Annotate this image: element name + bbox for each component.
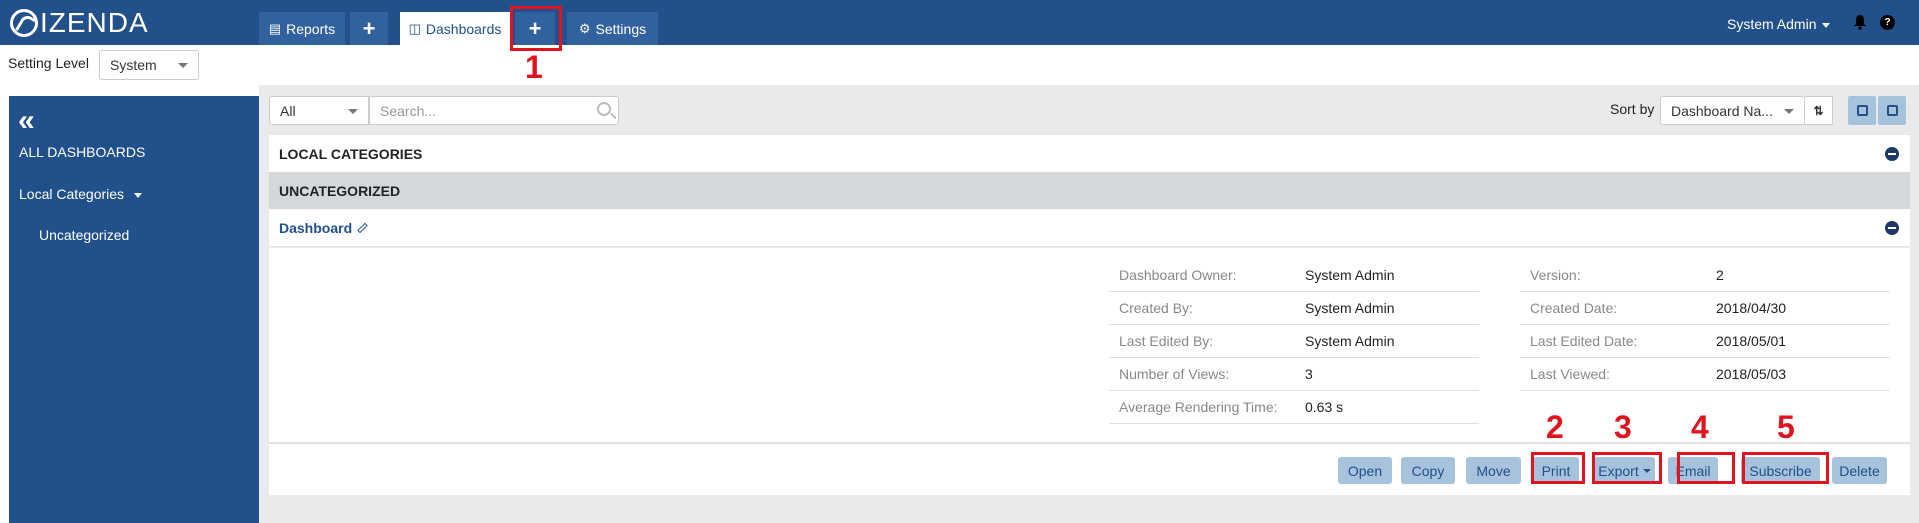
detail-row: Last Viewed: 2018/05/03 [1520, 358, 1890, 391]
collapse-all-icon [1886, 105, 1898, 116]
uncategorized-row[interactable]: UNCATEGORIZED [269, 172, 1910, 209]
detail-value: System Admin [1305, 267, 1395, 283]
user-name: System Admin [1727, 16, 1817, 32]
detail-row: Created Date: 2018/04/30 [1520, 292, 1890, 325]
user-menu[interactable]: System Admin [1727, 16, 1831, 32]
top-navigation-bar: IZENDA ▤ Reports + ◫ Dashboards + ⚙ Sett… [0, 0, 1919, 45]
highlight-box-1 [510, 6, 562, 51]
annotation-label-5: 5 [1777, 409, 1795, 445]
detail-key: Average Rendering Time: [1119, 399, 1278, 415]
category-filter-value: All [280, 102, 296, 119]
search-icon [597, 102, 611, 116]
delete-button[interactable]: Delete [1832, 457, 1887, 484]
gear-icon: ⚙ [578, 20, 591, 36]
sidebar-item-all-dashboards[interactable]: ALL DASHBOARDS [19, 144, 145, 160]
collapse-minus-icon[interactable] [1885, 220, 1899, 235]
local-categories-row[interactable]: LOCAL CATEGORIES [269, 135, 1910, 172]
izenda-logo: IZENDA [10, 7, 149, 38]
setting-level-select[interactable]: System [99, 50, 199, 80]
highlight-box-2 [1531, 452, 1585, 484]
sidebar: « ALL DASHBOARDS Local Categories Uncate… [9, 96, 259, 523]
dashboards-icon: ◫ [408, 20, 421, 36]
tab-settings[interactable]: ⚙ Settings [567, 12, 658, 45]
dashboard-actions-bar: Open Copy Move Print Export Email Subscr… [269, 443, 1910, 495]
detail-key: Created Date: [1530, 300, 1618, 316]
detail-value: 3 [1305, 366, 1313, 382]
detail-value: 2018/05/03 [1716, 366, 1787, 382]
detail-key: Last Viewed: [1530, 366, 1610, 382]
detail-key: Created By: [1119, 300, 1193, 316]
chevron-down-icon [348, 108, 358, 114]
new-report-button[interactable]: + [350, 12, 388, 45]
plus-icon: + [362, 15, 376, 41]
annotation-label-4: 4 [1691, 409, 1709, 445]
highlight-box-4 [1677, 452, 1735, 484]
tab-reports-label: Reports [286, 20, 336, 37]
sidebar-item-local-categories[interactable]: Local Categories [19, 186, 143, 202]
detail-key: Number of Views: [1119, 366, 1230, 382]
setting-level-bar: Setting Level System [0, 45, 1919, 85]
annotation-label-1: 1 [525, 49, 543, 85]
tab-settings-label: Settings [595, 20, 647, 37]
highlight-box-3 [1592, 452, 1662, 484]
detail-key: Last Edited By: [1119, 333, 1214, 349]
sidebar-item-uncategorized[interactable]: Uncategorized [39, 227, 129, 243]
reports-icon: ▤ [268, 20, 282, 36]
copy-button[interactable]: Copy [1401, 457, 1455, 484]
uncategorized-title: UNCATEGORIZED [279, 182, 401, 199]
detail-row: Last Edited By: System Admin [1109, 325, 1479, 358]
sort-by-value: Dashboard Na... [1671, 102, 1773, 119]
local-categories-title: LOCAL CATEGORIES [279, 145, 423, 162]
tab-dashboards[interactable]: ◫ Dashboards [400, 12, 510, 45]
detail-row: Number of Views: 3 [1109, 358, 1479, 391]
open-button[interactable]: Open [1338, 457, 1392, 484]
move-button[interactable]: Move [1466, 457, 1521, 484]
chevron-down-icon [134, 192, 143, 198]
detail-row: Version: 2 [1520, 259, 1890, 292]
logo-mark-icon [10, 9, 38, 37]
collapse-all-button[interactable] [1878, 96, 1906, 125]
detail-row: Created By: System Admin [1109, 292, 1479, 325]
detail-row: Average Rendering Time: 0.63 s [1109, 391, 1479, 424]
dashboard-row[interactable]: Dashboard [269, 209, 1910, 247]
detail-value: System Admin [1305, 300, 1395, 316]
detail-key: Dashboard Owner: [1119, 267, 1237, 283]
detail-key: Version: [1530, 267, 1581, 283]
bell-icon[interactable] [1853, 14, 1867, 30]
sort-by-select[interactable]: Dashboard Na... [1660, 96, 1805, 125]
chevron-down-icon [1784, 108, 1794, 114]
sidebar-item-label: Local Categories [19, 186, 125, 202]
detail-key: Last Edited Date: [1530, 333, 1638, 349]
chevron-down-icon [178, 63, 188, 68]
expand-all-icon [1856, 105, 1868, 116]
sort-direction-icon[interactable]: ⇅ [1805, 96, 1833, 125]
pencil-edit-icon[interactable] [357, 222, 368, 233]
dashboard-name-link[interactable]: Dashboard [279, 220, 352, 236]
detail-value: 2018/05/01 [1716, 333, 1787, 349]
dashboard-details-panel: Dashboard Owner: System Admin Created By… [269, 248, 1910, 443]
search-placeholder: Search... [380, 102, 437, 119]
collapse-sidebar-icon[interactable]: « [18, 106, 35, 136]
help-icon[interactable]: ? [1880, 15, 1895, 30]
sort-by-label: Sort by [1610, 101, 1655, 117]
annotation-label-3: 3 [1614, 409, 1632, 445]
search-input[interactable]: Search... [369, 96, 619, 125]
detail-row: Last Edited Date: 2018/05/01 [1520, 325, 1890, 358]
tab-dashboards-label: Dashboards [425, 20, 502, 37]
highlight-box-5 [1742, 452, 1829, 484]
detail-value: System Admin [1305, 333, 1395, 349]
setting-level-label: Setting Level [8, 55, 89, 71]
detail-value: 2 [1716, 267, 1724, 283]
setting-level-value: System [110, 57, 157, 73]
tab-reports[interactable]: ▤ Reports [259, 12, 345, 45]
detail-value: 2018/04/30 [1716, 300, 1787, 316]
detail-value: 0.63 s [1305, 399, 1344, 415]
collapse-minus-icon[interactable] [1885, 146, 1899, 161]
category-filter-select[interactable]: All [269, 96, 369, 125]
brand-name: IZENDA [40, 7, 149, 38]
expand-all-button[interactable] [1848, 96, 1876, 125]
annotation-label-2: 2 [1546, 409, 1564, 445]
chevron-down-icon [1822, 22, 1831, 28]
detail-row: Dashboard Owner: System Admin [1109, 259, 1479, 292]
